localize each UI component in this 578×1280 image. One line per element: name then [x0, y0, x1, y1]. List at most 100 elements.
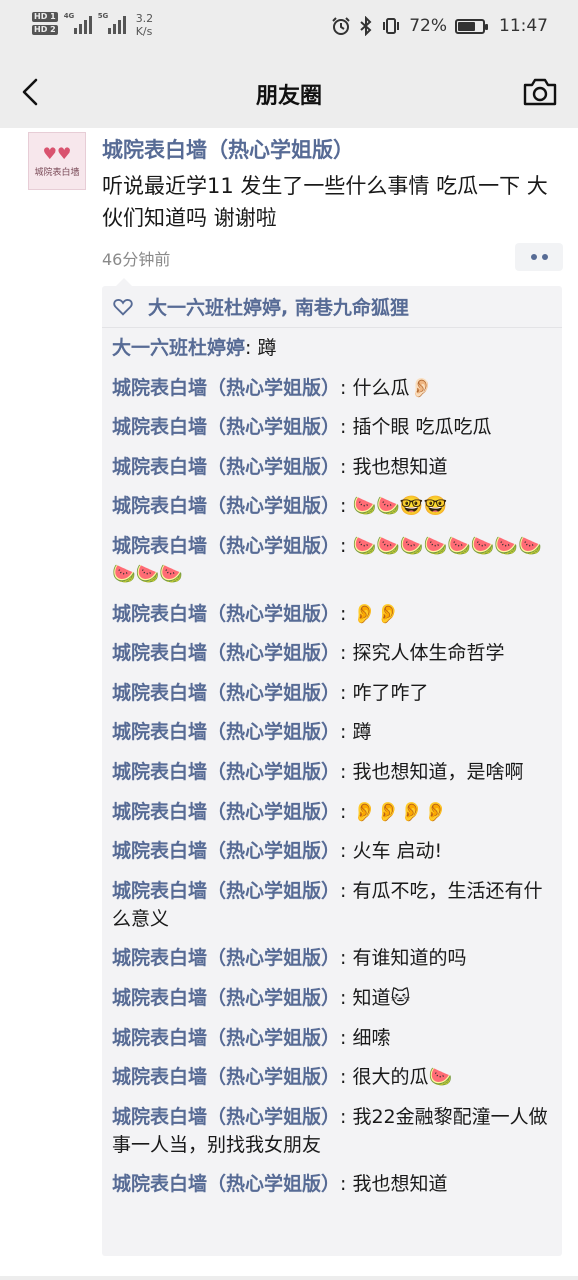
post-time: 46分钟前	[102, 250, 171, 269]
hd-badges: HD 1 HD 2	[32, 12, 58, 35]
comment-item[interactable]: 城院表白墙（热心学姐版）: 知道🐱	[112, 984, 552, 1012]
comment-author[interactable]: 城院表白墙（热心学姐版）	[112, 416, 340, 438]
signal-icon-2: 5G	[98, 12, 126, 34]
comment-item[interactable]: 城院表白墙（热心学姐版）: 蹲	[112, 718, 552, 746]
comment-separator: :	[340, 376, 353, 399]
vibrate-icon	[383, 18, 400, 34]
comment-item[interactable]: 城院表白墙（热心学姐版）: 👂👂👂👂	[112, 798, 552, 826]
bottom-divider	[0, 1276, 578, 1280]
comment-item[interactable]: 城院表白墙（热心学姐版）: 咋了咋了	[112, 679, 552, 707]
comment-text: 我也想知道，是啥啊	[352, 760, 524, 783]
comment-separator: :	[340, 534, 353, 557]
comment-separator: :	[340, 760, 353, 783]
comment-item[interactable]: 大一六班杜婷婷: 蹲	[112, 334, 552, 362]
signal-icon: 4G	[64, 12, 92, 34]
comment-author[interactable]: 城院表白墙（热心学姐版）	[112, 456, 340, 478]
avatar-heart-icon: ♥♥	[42, 143, 72, 163]
comment-item[interactable]: 城院表白墙（热心学姐版）: 很大的瓜🍉	[112, 1063, 552, 1091]
comment-separator: :	[340, 947, 353, 970]
camera-icon[interactable]	[522, 76, 558, 108]
comment-item[interactable]: 城院表白墙（热心学姐版）: 有瓜不吃，生活还有什么意义	[112, 877, 552, 933]
comment-item[interactable]: 城院表白墙（热心学姐版）: 什么瓜👂🏻	[112, 374, 552, 402]
comment-text: 知道🐱	[352, 986, 411, 1009]
comment-separator: :	[340, 495, 353, 518]
comment-text: 我也想知道	[352, 455, 448, 478]
comment-author[interactable]: 城院表白墙（热心学姐版）	[112, 880, 340, 902]
comment-author[interactable]: 城院表白墙（热心学姐版）	[112, 947, 340, 969]
comment-author[interactable]: 城院表白墙（热心学姐版）	[112, 682, 340, 704]
comment-item[interactable]: 城院表白墙（热心学姐版）: 我22金融黎配潼一人做事一人当，别找我女朋友	[112, 1103, 552, 1159]
comment-author[interactable]: 城院表白墙（热心学姐版）	[112, 987, 340, 1009]
comment-separator: :	[340, 1026, 353, 1049]
comment-separator: :	[340, 879, 353, 902]
comment-text: 咋了咋了	[352, 681, 429, 704]
status-right: 72% 11:47	[331, 16, 548, 36]
post-author[interactable]: 城院表白墙（热心学姐版）	[102, 134, 354, 164]
battery-fill	[458, 21, 475, 31]
comment-separator: :	[340, 800, 353, 823]
avatar[interactable]: ♥♥ 城院表白墙	[28, 132, 86, 190]
comment-separator: :	[340, 416, 353, 439]
comment-item[interactable]: 城院表白墙（热心学姐版）: 我也想知道	[112, 1170, 552, 1198]
comment-list: 大一六班杜婷婷: 蹲城院表白墙（热心学姐版）: 什么瓜👂🏻 城院表白墙（热心学姐版…	[112, 334, 552, 1210]
comment-text: 什么瓜👂🏻	[352, 376, 434, 399]
comment-item[interactable]: 城院表白墙（热心学姐版）: 火车 启动!	[112, 837, 552, 865]
alarm-icon	[332, 17, 350, 35]
comment-author[interactable]: 城院表白墙（热心学姐版）	[112, 761, 340, 783]
comment-item[interactable]: 城院表白墙（热心学姐版）: 插个眼 吃瓜吃瓜	[112, 413, 552, 441]
network1-label: 4G	[63, 12, 75, 20]
comment-item[interactable]: 城院表白墙（热心学姐版）: 🍉🍉🍉🍉🍉🍉🍉🍉🍉🍉🍉	[112, 532, 552, 588]
comment-item[interactable]: 城院表白墙（热心学姐版）: 我也想知道	[112, 453, 552, 481]
comment-author[interactable]: 城院表白墙（热心学姐版）	[112, 1173, 340, 1195]
hd1-badge: HD 1	[32, 12, 58, 22]
comment-item[interactable]: 城院表白墙（热心学姐版）: 探究人体生命哲学	[112, 639, 552, 667]
bluetooth-icon	[360, 16, 372, 36]
comment-author[interactable]: 大一六班杜婷婷	[112, 337, 245, 359]
comment-separator: :	[340, 602, 353, 625]
more-dots-icon[interactable]	[515, 243, 563, 271]
comment-item[interactable]: 城院表白墙（热心学姐版）: 细嗦	[112, 1024, 552, 1052]
comment-item[interactable]: 城院表白墙（热心学姐版）: 👂👂	[112, 600, 552, 628]
page-title: 朋友圈	[255, 84, 322, 109]
comment-author[interactable]: 城院表白墙（热心学姐版）	[112, 603, 340, 625]
comment-item[interactable]: 城院表白墙（热心学姐版）: 有谁知道的吗	[112, 944, 552, 972]
hd2-badge: HD 2	[32, 25, 58, 35]
comment-separator: :	[245, 337, 258, 359]
comment-separator: :	[340, 681, 353, 704]
heart-outline-icon	[113, 298, 133, 316]
liker-names[interactable]: 大一六班杜婷婷, 南巷九命狐狸	[148, 293, 409, 320]
post-text: 听说最近学11 发生了一些什么事情 吃瓜一下 大伙们知道吗 谢谢啦	[102, 174, 548, 230]
comment-separator: :	[340, 642, 353, 665]
comment-text: 蹲	[352, 721, 372, 744]
comment-author[interactable]: 城院表白墙（热心学姐版）	[112, 535, 340, 557]
net-speed-unit: K/s	[135, 25, 153, 38]
comment-author[interactable]: 城院表白墙（热心学姐版）	[112, 1066, 340, 1088]
comment-separator: :	[340, 721, 353, 744]
comment-author[interactable]: 城院表白墙（热心学姐版）	[112, 1027, 340, 1049]
battery-percent: 72%	[409, 16, 447, 36]
comment-separator: :	[340, 1066, 353, 1089]
comment-author[interactable]: 城院表白墙（热心学姐版）	[112, 495, 340, 517]
nav-bar: 朋友圈	[0, 58, 578, 128]
status-bar: HD 1 HD 2 4G 5G 3.2 K/s 72% 11:47	[0, 0, 578, 58]
comment-separator: :	[340, 840, 353, 863]
comment-author[interactable]: 城院表白墙（热心学姐版）	[112, 801, 340, 823]
net-speed: 3.2 K/s	[136, 12, 154, 38]
comment-text: 细嗦	[352, 1026, 391, 1049]
comment-author[interactable]: 城院表白墙（热心学姐版）	[112, 721, 340, 743]
comment-box: 大一六班杜婷婷, 南巷九命狐狸 大一六班杜婷婷: 蹲城院表白墙（热心学姐版）: …	[102, 278, 562, 1256]
comment-text: 探究人体生命哲学	[352, 642, 505, 665]
network2-label: 5G	[97, 12, 109, 20]
comment-item[interactable]: 城院表白墙（热心学姐版）: 我也想知道，是啥啊	[112, 758, 552, 786]
likes-row: 大一六班杜婷婷, 南巷九命狐狸	[102, 286, 562, 328]
comment-author[interactable]: 城院表白墙（热心学姐版）	[112, 642, 340, 664]
comment-separator: :	[340, 455, 353, 478]
comment-author[interactable]: 城院表白墙（热心学姐版）	[112, 377, 340, 399]
comment-text: 👂👂👂👂	[352, 800, 448, 823]
avatar-text: 城院表白墙	[34, 167, 80, 178]
comment-item[interactable]: 城院表白墙（热心学姐版）: 🍉🍉🤓🤓	[112, 492, 552, 520]
comment-author[interactable]: 城院表白墙（热心学姐版）	[112, 840, 340, 862]
comment-separator: :	[340, 1105, 353, 1128]
comment-text: 有谁知道的吗	[352, 947, 467, 970]
comment-author[interactable]: 城院表白墙（热心学姐版）	[112, 1106, 340, 1128]
